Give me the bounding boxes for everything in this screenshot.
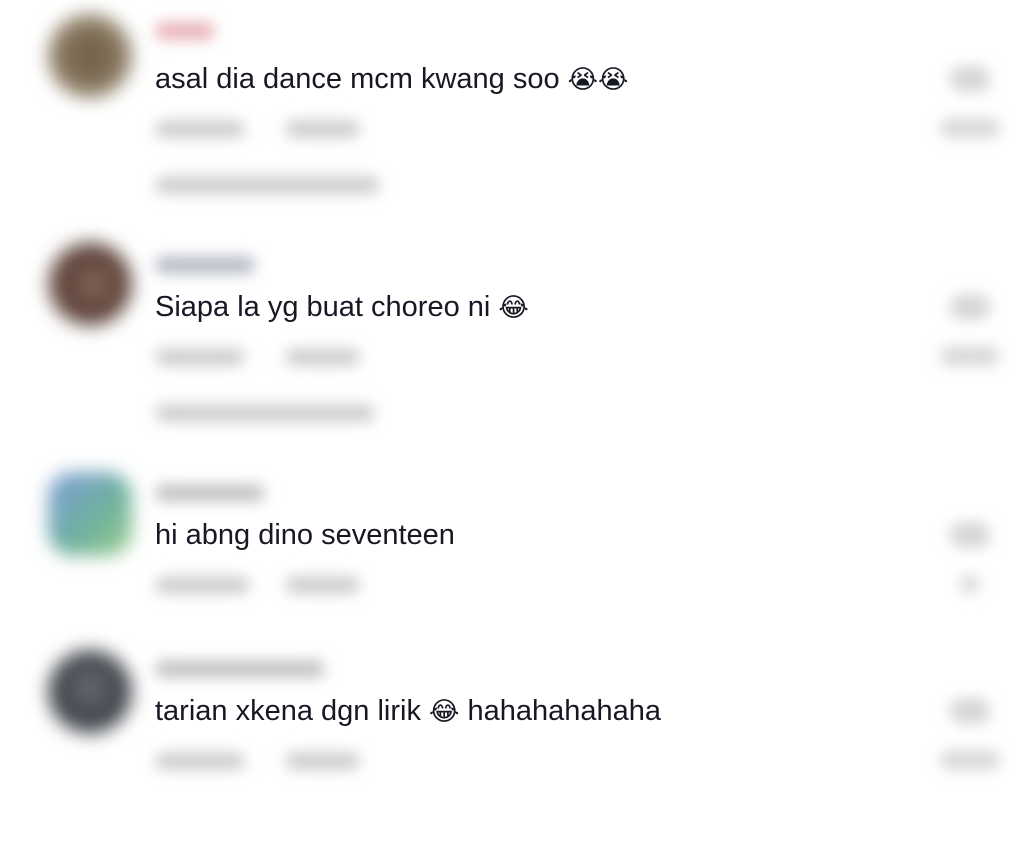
crying-face-emoji-icon: 😭😭 [567, 65, 629, 95]
timestamp-blurred [155, 120, 245, 138]
comment-text: hi abng dino seventeen [155, 518, 461, 552]
comment-text: tarian xkena dgn lirik 😂 hahahahahaha [155, 694, 668, 729]
username-blurred[interactable] [155, 22, 215, 40]
laughing-face-emoji-icon: 😂 [498, 293, 529, 323]
heart-icon[interactable] [950, 66, 990, 92]
timestamp-blurred [155, 752, 245, 770]
avatar[interactable] [48, 650, 132, 734]
reply-button-blurred[interactable] [285, 348, 360, 366]
avatar[interactable] [48, 14, 132, 98]
like-count-blurred [940, 118, 1000, 138]
reply-button-blurred[interactable] [285, 120, 360, 138]
like-count-blurred [960, 574, 980, 594]
comment-item: asal dia dance mcm kwang soo 😭😭 [0, 0, 1030, 228]
comment-text: Siapa la yg buat choreo ni 😂 [155, 290, 535, 325]
comment-body: Siapa la yg buat choreo ni [155, 291, 491, 323]
heart-icon[interactable] [950, 294, 990, 320]
heart-icon[interactable] [950, 522, 990, 548]
username-blurred[interactable] [155, 484, 265, 502]
view-replies-blurred[interactable] [155, 404, 375, 422]
username-blurred[interactable] [155, 256, 255, 274]
view-replies-blurred[interactable] [155, 176, 380, 194]
heart-icon[interactable] [950, 698, 990, 724]
comment-text: asal dia dance mcm kwang soo 😭😭 [155, 62, 635, 97]
comment-item: Siapa la yg buat choreo ni 😂 [0, 228, 1030, 456]
username-blurred[interactable] [155, 660, 325, 678]
reply-button-blurred[interactable] [285, 576, 360, 594]
avatar[interactable] [48, 242, 132, 326]
comment-body: tarian xkena dgn lirik [155, 695, 421, 727]
like-count-blurred [940, 346, 1000, 366]
avatar[interactable] [48, 472, 132, 556]
comment-body: hi abng dino seventeen [155, 519, 455, 551]
like-count-blurred [940, 750, 1000, 770]
comment-body: asal dia dance mcm kwang soo [155, 63, 560, 95]
laughing-face-emoji-icon: 😂 [429, 697, 460, 727]
comment-item: tarian xkena dgn lirik 😂 hahahahahaha [0, 634, 1030, 862]
comment-body-tail: hahahahahaha [467, 695, 662, 727]
timestamp-blurred [155, 576, 250, 594]
reply-button-blurred[interactable] [285, 752, 360, 770]
timestamp-blurred [155, 348, 245, 366]
